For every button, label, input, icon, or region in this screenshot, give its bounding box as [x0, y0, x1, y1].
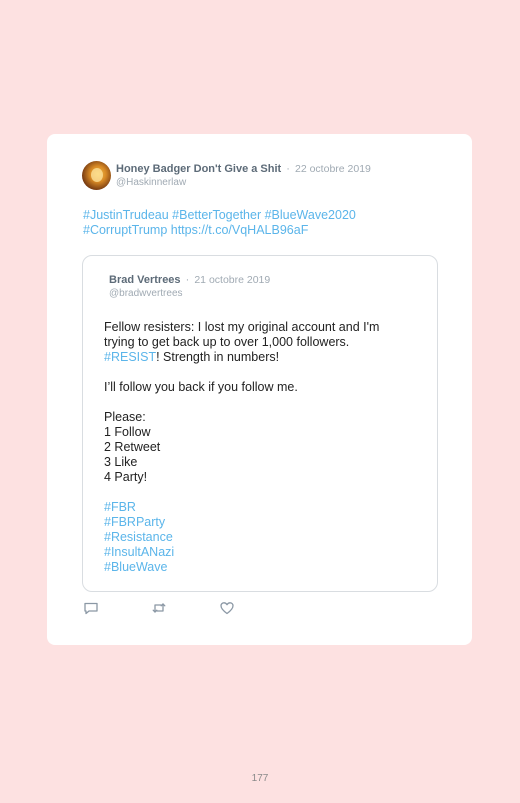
quoted-tweet[interactable]: Brad Vertrees · 21 octobre 2019 @bradwve…	[82, 255, 438, 592]
tweet-header: Honey Badger Don't Give a Shit · 22 octo…	[116, 163, 371, 175]
tweet-text: #JustinTrudeau #BetterTogether #BlueWave…	[83, 208, 453, 238]
body-line: Fellow resisters: I lost my original acc…	[104, 320, 380, 334]
quoted-tweet-body: Fellow resisters: I lost my original acc…	[104, 320, 424, 575]
author-name[interactable]: Honey Badger Don't Give a Shit	[116, 163, 281, 175]
hashtag-link[interactable]: #Resistance	[104, 530, 424, 545]
avatar[interactable]	[82, 161, 111, 190]
hashtag-link[interactable]: #RESIST	[104, 350, 156, 364]
hashtag-link[interactable]: #FBR	[104, 500, 424, 515]
reply-icon[interactable]	[83, 600, 99, 616]
step-item: 2 Retweet	[104, 440, 161, 454]
quoted-author-handle[interactable]: @bradwvertrees	[109, 288, 183, 299]
page-number: 177	[251, 773, 269, 784]
quoted-tweet-date[interactable]: 21 octobre 2019	[194, 274, 270, 286]
hashtag-link[interactable]: #BlueWave	[104, 560, 424, 575]
body-text: ! Strength in numbers!	[156, 350, 280, 364]
separator: ·	[286, 163, 290, 175]
step-item: 1 Follow	[104, 425, 151, 439]
tweet-date[interactable]: 22 octobre 2019	[295, 163, 371, 175]
tweet-card: Honey Badger Don't Give a Shit · 22 octo…	[47, 134, 472, 645]
tweet-text-line[interactable]: #JustinTrudeau #BetterTogether #BlueWave…	[83, 208, 453, 223]
step-item: 3 Like	[104, 455, 138, 469]
heart-icon[interactable]	[219, 600, 235, 616]
tweet-text-line[interactable]: #CorruptTrump https://t.co/VqHALB96aF	[83, 223, 453, 238]
body-line: Please:	[104, 410, 146, 424]
step-item: 4 Party!	[104, 470, 148, 484]
tweet-actions	[83, 600, 235, 616]
separator: ·	[185, 274, 190, 286]
body-line: I’ll follow you back if you follow me.	[104, 380, 298, 394]
author-handle[interactable]: @Haskinnerlaw	[116, 177, 186, 188]
quoted-tweet-header: Brad Vertrees · 21 octobre 2019	[109, 274, 270, 286]
body-line: trying to get back up to over 1,000 foll…	[104, 335, 350, 349]
hashtag-link[interactable]: #FBRParty	[104, 515, 424, 530]
hashtag-link[interactable]: #InsultANazi	[104, 545, 424, 560]
quoted-author-name[interactable]: Brad Vertrees	[109, 274, 181, 286]
retweet-icon[interactable]	[151, 600, 167, 616]
body-line: #RESIST! Strength in numbers!	[104, 350, 424, 365]
